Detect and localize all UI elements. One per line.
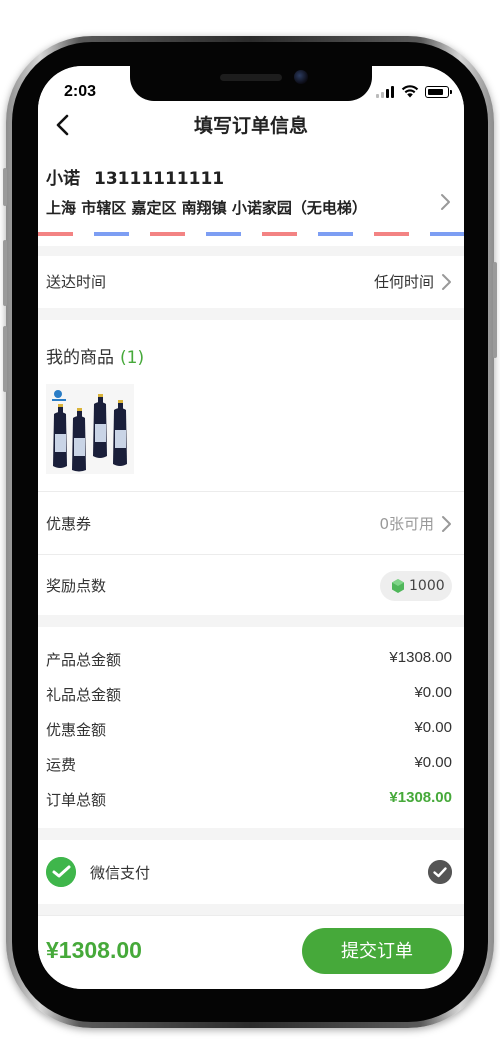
order-total-value: ¥1308.00 — [389, 789, 452, 806]
speaker — [220, 74, 282, 81]
delivery-time-value: 任何时间 — [373, 273, 434, 291]
coupon-row[interactable]: 优惠券 0张可用 — [38, 492, 464, 554]
discount-row: 优惠金额 ¥0.00 — [46, 719, 452, 741]
mute-switch — [3, 168, 7, 206]
gift-total-row: 礼品总金额 ¥0.00 — [46, 684, 452, 706]
wifi-icon — [401, 85, 419, 98]
order-total-row: 订单总额 ¥1308.00 — [46, 789, 452, 811]
shipping-row: 运费 ¥0.00 — [46, 754, 452, 776]
coupon-label: 优惠券 — [46, 515, 92, 533]
shipping-label: 运费 — [46, 756, 77, 774]
chevron-right-icon — [442, 274, 451, 290]
address-card[interactable]: 小诺 13111111111 上海 市辖区 嘉定区 南翔镇 小诺家园（无电梯） — [38, 150, 464, 246]
points-row: 奖励点数 1000 — [38, 555, 464, 615]
checkout-total: ¥1308.00 — [46, 937, 142, 963]
navigation-bar: 填写订单信息 — [38, 104, 464, 150]
chevron-right-icon — [441, 194, 450, 210]
gem-icon — [392, 579, 404, 593]
volume-up-button — [3, 240, 7, 306]
discount-label: 优惠金额 — [46, 721, 107, 739]
signal-icon — [376, 86, 396, 98]
product-total-row: 产品总金额 ¥1308.00 — [46, 649, 452, 671]
goods-section: 我的商品 (1) 优惠券 0张可用 奖励点数 1000 — [38, 320, 464, 615]
gift-total-label: 礼品总金额 — [46, 686, 122, 704]
battery-icon — [425, 86, 452, 98]
wechat-pay-icon — [46, 857, 76, 887]
chevron-right-icon — [442, 516, 451, 532]
points-label: 奖励点数 — [46, 577, 107, 595]
coupon-value: 0张可用 — [379, 515, 434, 533]
app-screen: 2:03 填写订单信息 小诺 13111111111 上海 市辖区 嘉定区 南翔镇… — [38, 66, 464, 989]
delivery-time-label: 送达时间 — [46, 273, 107, 291]
address-detail: 上海 市辖区 嘉定区 南翔镇 小诺家园（无电梯） — [46, 199, 367, 217]
order-total-label: 订单总额 — [46, 791, 107, 809]
goods-count: (1) — [120, 348, 145, 368]
address-contact: 小诺 13111111111 — [46, 164, 224, 189]
points-value: 1000 — [409, 578, 445, 594]
payment-method-row[interactable]: 微信支付 — [38, 840, 464, 904]
status-time: 2:03 — [64, 83, 97, 100]
payment-label: 微信支付 — [90, 864, 151, 882]
address-stripe — [38, 232, 464, 236]
page-title: 填写订单信息 — [193, 115, 308, 137]
camera — [294, 70, 308, 84]
selected-check-icon[interactable] — [428, 860, 452, 884]
goods-title: 我的商品 (1) — [46, 348, 145, 368]
product-image[interactable] — [46, 384, 134, 474]
discount-value: ¥0.00 — [414, 719, 452, 736]
power-button — [493, 262, 497, 358]
submit-order-button[interactable]: 提交订单 — [302, 928, 452, 974]
shipping-value: ¥0.00 — [414, 754, 452, 771]
product-total-label: 产品总金额 — [46, 651, 122, 669]
price-summary: 产品总金额 ¥1308.00 礼品总金额 ¥0.00 优惠金额 ¥0.00 运费… — [38, 627, 464, 828]
gift-total-value: ¥0.00 — [414, 684, 452, 701]
product-total-value: ¥1308.00 — [389, 649, 452, 666]
notch — [130, 66, 372, 101]
contact-name: 小诺 — [46, 169, 80, 189]
volume-down-button — [3, 326, 7, 392]
delivery-time-row[interactable]: 送达时间 任何时间 — [38, 256, 464, 308]
points-badge: 1000 — [380, 571, 452, 601]
contact-phone: 13111111111 — [94, 169, 225, 189]
checkout-bar: ¥1308.00 提交订单 — [38, 915, 464, 989]
